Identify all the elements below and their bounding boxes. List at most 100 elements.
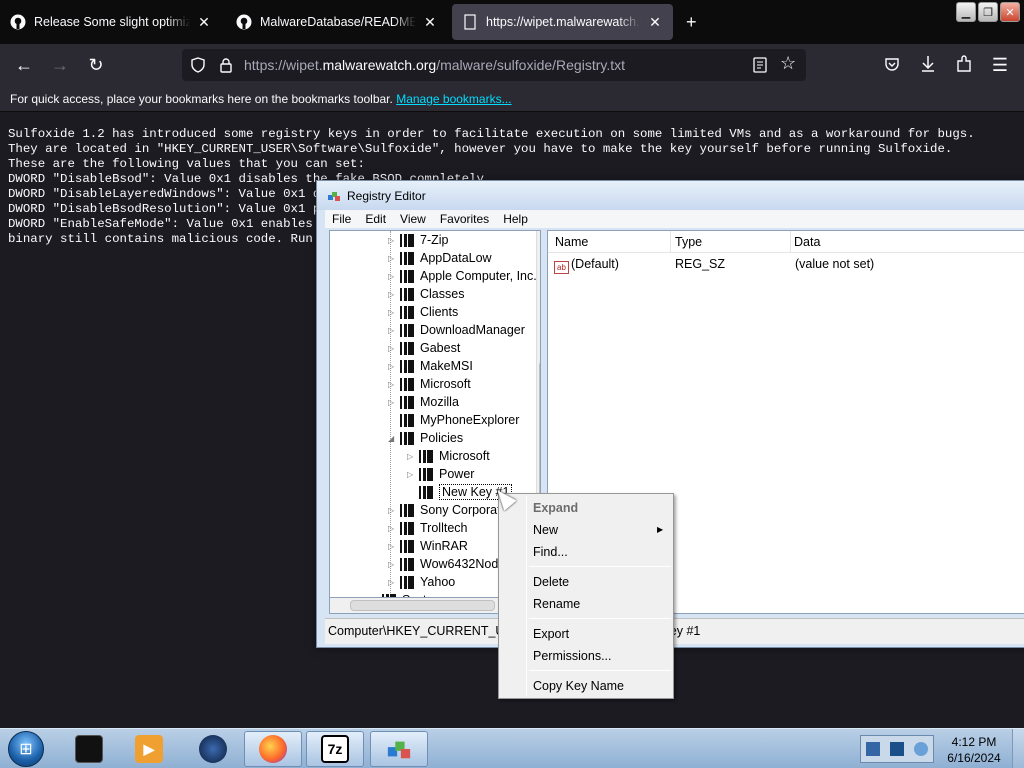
taskbar-black-box-app[interactable] bbox=[60, 731, 118, 767]
expander-icon[interactable]: ▷ bbox=[407, 452, 417, 461]
tree-item[interactable]: ▷ Yahoo bbox=[388, 573, 455, 591]
show-desktop-button[interactable] bbox=[1012, 729, 1024, 768]
menu-item-find[interactable]: Find... bbox=[533, 545, 663, 565]
expander-icon[interactable]: ▷ bbox=[388, 254, 398, 263]
menu-item-new[interactable]: New bbox=[533, 523, 663, 543]
close-icon[interactable]: ✕ bbox=[422, 14, 438, 31]
tab-title: MalwareDatabase/README.md bbox=[260, 15, 416, 29]
menu-item-rename[interactable]: Rename bbox=[533, 597, 663, 617]
expander-icon[interactable]: ◢ bbox=[388, 434, 398, 443]
menu-item-expand[interactable]: Expand bbox=[533, 501, 663, 521]
expander-icon[interactable]: ▷ bbox=[388, 290, 398, 299]
tree-item[interactable]: ▷ DownloadManager bbox=[388, 321, 525, 339]
taskbar-7zip[interactable]: 7z bbox=[306, 731, 364, 767]
menu-item-copy-key-name[interactable]: Copy Key Name bbox=[533, 679, 663, 699]
new-tab-icon[interactable]: + bbox=[686, 12, 697, 33]
expander-icon[interactable]: ▷ bbox=[388, 380, 398, 389]
taskbar-firefox[interactable] bbox=[244, 731, 302, 767]
window-title-bar[interactable]: Registry Editor bbox=[317, 181, 1024, 210]
column-divider[interactable] bbox=[670, 231, 671, 253]
minimize-icon[interactable]: ▁ bbox=[956, 2, 976, 22]
clock[interactable]: 4:12 PM 6/16/2024 bbox=[938, 734, 1010, 766]
bookmark-star-icon[interactable]: ☆ bbox=[780, 53, 796, 74]
menu-item-delete[interactable]: Delete bbox=[533, 575, 663, 595]
tree-item[interactable]: ▷ Clients bbox=[388, 303, 458, 321]
tab-registry-txt[interactable]: https://wipet.malwarewatch.org/malware ✕ bbox=[452, 4, 673, 40]
tree-item[interactable]: ▷ WinRAR bbox=[388, 537, 468, 555]
tree-item[interactable]: ▷ Microsoft bbox=[407, 447, 490, 465]
shield-icon[interactable] bbox=[190, 57, 206, 73]
tree-item[interactable]: System bbox=[370, 591, 444, 597]
column-divider[interactable] bbox=[790, 231, 791, 253]
tree-item[interactable]: ▷ 7-Zip bbox=[388, 231, 448, 249]
download-icon[interactable] bbox=[920, 55, 936, 73]
menu-file[interactable]: File bbox=[325, 210, 358, 228]
tab-readme[interactable]: MalwareDatabase/README.md ✕ bbox=[226, 4, 448, 40]
tree-item[interactable]: ▷ MakeMSI bbox=[388, 357, 473, 375]
menu-view[interactable]: View bbox=[393, 210, 433, 228]
taskbar-globe-app[interactable] bbox=[184, 731, 242, 767]
tree-item[interactable]: ▷ Wow6432Node bbox=[388, 555, 505, 573]
tree-item[interactable]: ▷ Power bbox=[407, 465, 474, 483]
expander-icon[interactable]: ▷ bbox=[388, 506, 398, 515]
lock-icon[interactable] bbox=[218, 57, 234, 73]
back-arrow-icon[interactable]: ← bbox=[12, 53, 36, 77]
menu-help[interactable]: Help bbox=[496, 210, 535, 228]
close-icon[interactable]: ✕ bbox=[196, 14, 212, 31]
start-button[interactable]: ⊞ bbox=[4, 729, 48, 768]
network-icon[interactable] bbox=[890, 742, 904, 756]
tray-app-icon[interactable] bbox=[866, 742, 880, 756]
value-row[interactable]: ab (Default) bbox=[554, 257, 619, 274]
expander-icon[interactable]: ▷ bbox=[388, 344, 398, 353]
menu-favorites[interactable]: Favorites bbox=[433, 210, 496, 228]
reload-icon[interactable]: ↻ bbox=[84, 53, 108, 77]
expander-icon[interactable]: ▷ bbox=[388, 398, 398, 407]
tree-item[interactable]: ▷ Apple Computer, Inc. bbox=[388, 267, 537, 285]
close-window-icon[interactable]: ✕ bbox=[1000, 2, 1020, 22]
expander-icon[interactable]: ▷ bbox=[388, 236, 398, 245]
tree-item[interactable]: MyPhoneExplorer bbox=[388, 411, 519, 429]
volume-icon[interactable] bbox=[914, 742, 928, 756]
bookmarks-toolbar: For quick access, place your bookmarks h… bbox=[0, 86, 1024, 112]
menu-item-export[interactable]: Export bbox=[533, 627, 663, 647]
tree-item-label: Apple Computer, Inc. bbox=[420, 269, 537, 283]
tree-item[interactable]: ▷ Trolltech bbox=[388, 519, 467, 537]
menu-hamburger-icon[interactable]: ☰ bbox=[990, 53, 1010, 77]
scroll-thumb[interactable] bbox=[350, 600, 495, 611]
column-data[interactable]: Data bbox=[794, 235, 820, 249]
expander-icon[interactable]: ▷ bbox=[388, 362, 398, 371]
pocket-icon[interactable] bbox=[884, 56, 900, 72]
expander-icon[interactable]: ▷ bbox=[388, 272, 398, 281]
expander-icon[interactable]: ▷ bbox=[388, 524, 398, 533]
tab-release[interactable]: Release Some slight optimizations ✕ bbox=[0, 4, 222, 40]
expander-icon[interactable]: ▷ bbox=[388, 326, 398, 335]
folder-icon bbox=[400, 521, 414, 535]
url-bar[interactable]: https://wipet.malwarewatch.org/malware/s… bbox=[182, 49, 806, 81]
folder-icon bbox=[400, 323, 414, 337]
column-type[interactable]: Type bbox=[675, 235, 702, 249]
forward-arrow-icon[interactable]: → bbox=[48, 53, 72, 77]
restore-icon[interactable]: ❐ bbox=[978, 2, 998, 22]
tree-item[interactable]: ▷ Microsoft bbox=[388, 375, 471, 393]
menu-edit[interactable]: Edit bbox=[358, 210, 393, 228]
tree-item[interactable]: ▷ Gabest bbox=[388, 339, 460, 357]
expander-icon[interactable]: ▷ bbox=[388, 578, 398, 587]
close-icon[interactable]: ✕ bbox=[647, 14, 663, 31]
expander-icon[interactable]: ▷ bbox=[388, 308, 398, 317]
manage-bookmarks-link[interactable]: Manage bookmarks... bbox=[396, 92, 511, 106]
extensions-icon[interactable] bbox=[956, 55, 972, 73]
expander-icon[interactable]: ▷ bbox=[407, 470, 417, 479]
taskbar-registry-editor[interactable] bbox=[370, 731, 428, 767]
tree-item[interactable]: ▷ Mozilla bbox=[388, 393, 459, 411]
reader-view-icon[interactable] bbox=[752, 57, 768, 73]
expander-icon[interactable]: ▷ bbox=[388, 560, 398, 569]
tree-item[interactable]: ▷ Classes bbox=[388, 285, 464, 303]
column-name[interactable]: Name bbox=[555, 235, 588, 249]
url-text[interactable]: https://wipet.malwarewatch.org/malware/s… bbox=[244, 57, 625, 73]
menu-item-permissions[interactable]: Permissions... bbox=[533, 649, 663, 669]
tree-item[interactable]: ◢ Policies bbox=[388, 429, 463, 447]
tree-item[interactable]: ▷ AppDataLow bbox=[388, 249, 492, 267]
tree-item-label: 7-Zip bbox=[420, 233, 449, 247]
expander-icon[interactable]: ▷ bbox=[388, 542, 398, 551]
taskbar-media-player[interactable]: ▶ bbox=[120, 731, 178, 767]
